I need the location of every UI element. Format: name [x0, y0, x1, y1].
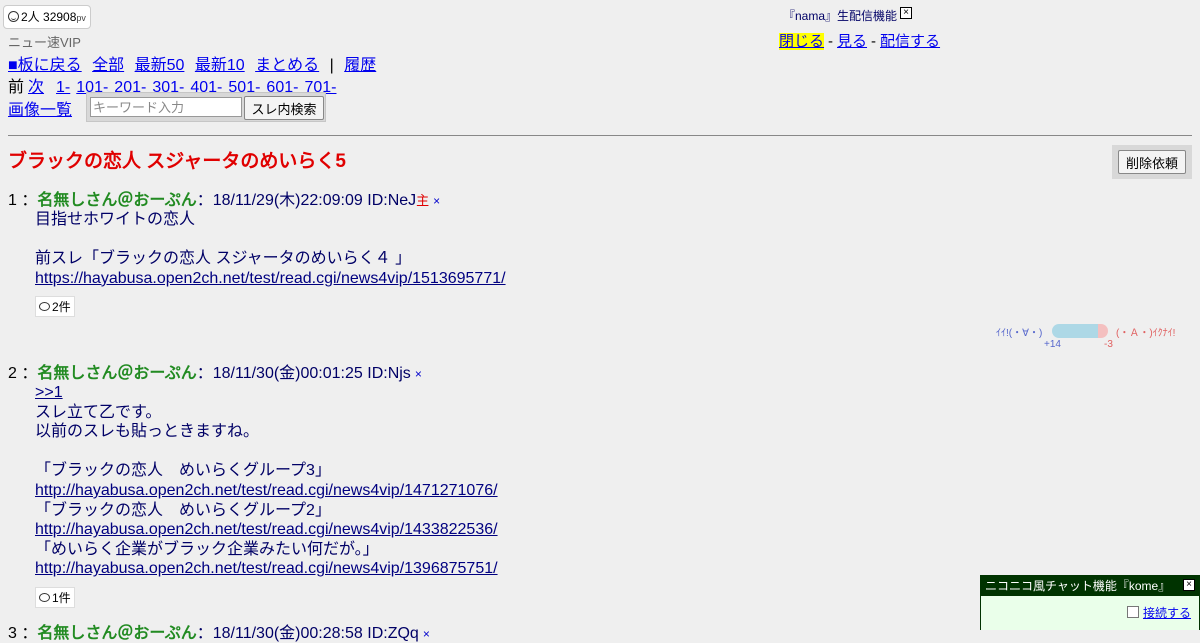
post-date: ：18/11/29(木)22:09:09 — [196, 192, 363, 209]
prev-label: 前 — [8, 79, 25, 96]
reply-count-button[interactable]: 2件 — [35, 296, 75, 318]
smiley-icon — [8, 11, 19, 22]
chat-body: 接続する — [981, 596, 1199, 630]
speech-bubble-icon — [39, 302, 50, 312]
nav-separator: | — [329, 57, 334, 74]
vote-widget: ｲｲ!(・∀・) (・Ａ・)ｲｸﾅｲ! +14 -3 — [996, 324, 1186, 352]
vote-ratio-bar — [1052, 324, 1108, 338]
nama-close-link[interactable]: 閉じる — [779, 33, 825, 50]
thread-search: スレ内検索 — [86, 92, 326, 122]
separator: - — [871, 33, 877, 50]
hide-icon[interactable]: × — [415, 367, 422, 381]
all-posts-link[interactable]: 全部 — [92, 57, 124, 74]
bad-vote-count: -3 — [1104, 339, 1113, 350]
post-line: 「ブラックの恋人 めいらくグループ3」 — [35, 462, 331, 480]
post-header: 2 ：名無しさん＠おーぷん：18/11/30(金)00:01:25 ID:Njs… — [8, 359, 498, 383]
good-ratio-fill — [1052, 324, 1098, 338]
search-button[interactable]: スレ内検索 — [244, 96, 324, 120]
pageview-unit: pv — [76, 13, 86, 23]
poster-id[interactable]: ID:NeJ — [367, 192, 416, 209]
chat-connect-link[interactable]: 接続する — [1143, 606, 1191, 620]
post-body: 目指せホワイトの恋人 前スレ「ブラックの恋人 スジャータのめいらく４ 」 htt… — [35, 210, 506, 288]
post-line: 前スレ「ブラックの恋人 スジャータのめいらく４ 」 — [35, 250, 412, 268]
good-vote-button[interactable]: ｲｲ!(・∀・) — [996, 324, 1042, 339]
thread-nav: ■板に戻る 全部 最新50 最新10 まとめる | 履歴 — [8, 51, 382, 75]
speech-bubble-icon — [39, 592, 50, 602]
pageview-count: 32908 — [43, 10, 77, 24]
post: 1 ：名無しさん＠おーぷん：18/11/29(木)22:09:09 ID:NeJ… — [8, 186, 506, 318]
thread-link[interactable]: https://hayabusa.open2ch.net/test/read.c… — [35, 270, 506, 287]
reply-count: 1件 — [52, 590, 71, 605]
close-icon[interactable]: × — [900, 7, 912, 19]
chat-widget: ニコニコ風チャット機能『kome』 × 接続する — [980, 575, 1200, 630]
post-separator: ： — [21, 192, 38, 209]
poster-name[interactable]: 名無しさん＠おーぷん — [37, 192, 196, 209]
back-to-board-link[interactable]: ■板に戻る — [8, 57, 82, 74]
divider — [8, 135, 1192, 136]
image-list-link[interactable]: 画像一覧 — [8, 102, 72, 119]
range-link[interactable]: 1- — [56, 79, 70, 96]
thread-link[interactable]: http://hayabusa.open2ch.net/test/read.cg… — [35, 560, 498, 577]
post-header: 3 ：名無しさん＠おーぷん：18/11/30(金)00:28:58 ID:ZQq… — [8, 619, 430, 643]
reply-count: 2件 — [52, 300, 71, 315]
post-separator: ： — [21, 625, 38, 642]
hide-icon[interactable]: × — [423, 627, 430, 641]
post-number: 1 — [8, 192, 17, 209]
post: 2 ：名無しさん＠おーぷん：18/11/30(金)00:01:25 ID:Njs… — [8, 359, 498, 608]
post-separator: ： — [21, 365, 38, 382]
viewer-count: 2人 — [21, 10, 40, 24]
poster-name[interactable]: 名無しさん＠おーぷん — [37, 365, 196, 382]
separator: - — [828, 33, 834, 50]
access-counter: 2人 32908pv — [3, 5, 91, 29]
thread-link[interactable]: http://hayabusa.open2ch.net/test/read.cg… — [35, 521, 498, 538]
post-body: >>1 スレ立て乙です。 以前のスレも貼っときますね。 「ブラックの恋人 めいら… — [35, 383, 498, 579]
nama-broadcast-link[interactable]: 配信する — [880, 33, 940, 50]
post-line: 目指せホワイトの恋人 — [35, 211, 196, 228]
post-date: ：18/11/30(金)00:01:25 — [196, 365, 363, 382]
post-line: 「めいらく企業がブラック企業みたい何だが。」 — [35, 540, 379, 558]
post-date: ：18/11/30(金)00:28:58 — [196, 625, 363, 642]
reply-count-button[interactable]: 1件 — [35, 586, 75, 608]
nama-controls: 閉じる - 見る - 配信する — [779, 30, 940, 51]
history-link[interactable]: 履歴 — [344, 57, 376, 74]
poster-name[interactable]: 名無しさん＠おーぷん — [37, 625, 196, 642]
chat-header: ニコニコ風チャット機能『kome』 × — [981, 576, 1199, 596]
poster-id[interactable]: ID:ZQq — [367, 625, 419, 642]
nama-view-link[interactable]: 見る — [837, 33, 867, 50]
search-input[interactable] — [90, 97, 242, 117]
owner-mark: 主 — [416, 193, 430, 208]
thread-title: ブラックの恋人 スジャータのめいらく5 — [8, 151, 346, 172]
bad-ratio-fill — [1098, 324, 1108, 338]
chat-connect-toggle[interactable]: 接続する — [1126, 604, 1191, 621]
delete-request-box: 削除依頼 — [1112, 145, 1192, 179]
nama-title: 『nama』生配信機能 — [783, 9, 898, 23]
post-line: 「ブラックの恋人 めいらくグループ2」 — [35, 501, 331, 519]
post-number: 3 — [8, 625, 17, 642]
latest50-link[interactable]: 最新50 — [135, 57, 185, 74]
bad-vote-button[interactable]: (・Ａ・)ｲｸﾅｲ! — [1116, 324, 1175, 339]
post: 3 ：名無しさん＠おーぷん：18/11/30(金)00:28:58 ID:ZQq… — [8, 619, 430, 643]
latest10-link[interactable]: 最新10 — [195, 57, 245, 74]
close-icon[interactable]: × — [1183, 579, 1195, 591]
thread-link[interactable]: http://hayabusa.open2ch.net/test/read.cg… — [35, 482, 498, 499]
anchor-link[interactable]: >>1 — [35, 384, 63, 401]
board-name: ニュー速VIP — [8, 35, 81, 50]
hide-icon[interactable]: × — [433, 194, 440, 208]
poster-id[interactable]: ID:Njs — [367, 365, 411, 382]
summary-link[interactable]: まとめる — [255, 57, 319, 74]
post-number: 2 — [8, 365, 17, 382]
chat-title: ニコニコ風チャット機能『kome』 — [985, 579, 1171, 593]
post-line: 以前のスレも貼っときますね。 — [35, 423, 260, 441]
good-vote-count: +14 — [1044, 339, 1061, 350]
post-header: 1 ：名無しさん＠おーぷん：18/11/29(木)22:09:09 ID:NeJ… — [8, 186, 506, 210]
post-line: スレ立て乙です。 — [35, 403, 162, 421]
delete-request-button[interactable]: 削除依頼 — [1118, 150, 1186, 174]
checkbox[interactable] — [1126, 606, 1139, 618]
next-link[interactable]: 次 — [28, 79, 44, 96]
